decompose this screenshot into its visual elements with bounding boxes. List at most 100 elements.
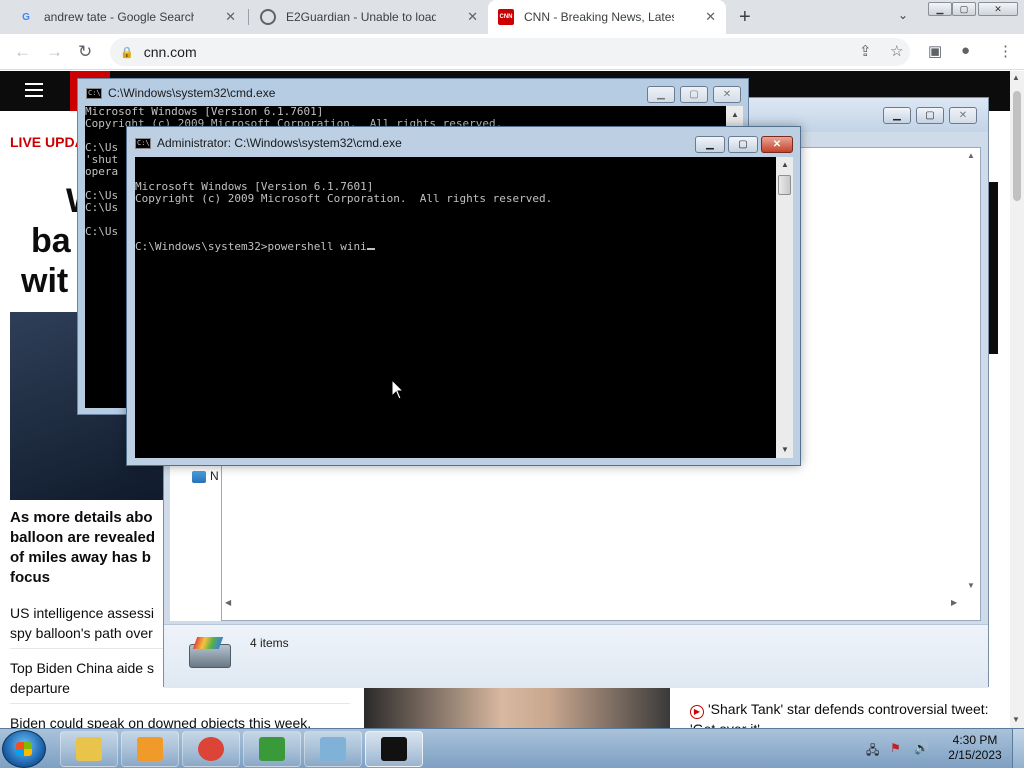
close-icon[interactable]: ✕ (978, 2, 1018, 16)
network-tray-icon[interactable]: 🖧 (866, 741, 879, 762)
story-link-2[interactable]: Top Biden China aide s departure (10, 658, 170, 698)
close-tab-icon[interactable]: ✕ (225, 9, 236, 25)
computer-icon (189, 644, 231, 668)
item-count: 4 items (250, 636, 289, 650)
chrome-task[interactable] (182, 731, 240, 767)
clock-date: 2/15/2023 (948, 748, 1002, 762)
tab-e2guardian[interactable]: E2Guardian - Unable to load web ✕ (250, 0, 488, 34)
start-button[interactable] (2, 730, 46, 768)
close-tab-icon[interactable]: ✕ (467, 9, 478, 25)
media-player-icon (137, 737, 163, 761)
cmd-scroll-thumb[interactable] (778, 175, 791, 195)
forward-icon[interactable]: → (46, 42, 63, 62)
cmd-prompt-line[interactable]: C:\Windows\system32>powershell wini (135, 241, 776, 253)
side-video-panel[interactable] (988, 182, 998, 354)
maximize-icon[interactable]: ▢ (916, 107, 944, 124)
page-scrollbar[interactable]: ▲ ▼ (1010, 71, 1024, 728)
reload-icon[interactable]: ↻ (78, 42, 92, 62)
notepad-task[interactable] (304, 731, 362, 767)
browser-tabstrip: G andrew tate - Google Search ✕ E2Guardi… (0, 0, 1024, 34)
cmd-back-title-text: C:\Windows\system32\cmd.exe (108, 86, 276, 100)
cmd-console[interactable]: Microsoft Windows [Version 6.1.7601] Copy… (135, 157, 776, 458)
maximize-icon[interactable]: ▢ (728, 136, 758, 153)
more-menu-icon[interactable]: ⋮ (998, 42, 1013, 60)
close-icon[interactable]: ✕ (713, 86, 741, 103)
network-nav-label: N (210, 469, 219, 483)
page-scroll-thumb[interactable] (1013, 91, 1021, 201)
address-bar[interactable]: 🔒 cnn.com (110, 38, 910, 66)
tab-cnn[interactable]: CNN CNN - Breaking News, Latest Nev ✕ (488, 0, 726, 34)
network-icon (192, 470, 206, 483)
close-icon[interactable]: ✕ (949, 107, 977, 124)
back-icon[interactable]: ← (14, 42, 31, 62)
bookmark-star-icon[interactable]: ☆ (890, 42, 903, 60)
close-icon[interactable]: ✕ (761, 136, 793, 153)
cmd-prompt-text: C:\Windows\system32>powershell wini (135, 240, 367, 253)
explorer-task[interactable] (60, 731, 118, 767)
chevron-down-icon[interactable]: ⌄ (898, 8, 908, 22)
show-desktop-button[interactable] (1012, 729, 1024, 768)
cmd-back-title: C:\ C:\Windows\system32\cmd.exe (86, 86, 275, 100)
scroll-down-icon[interactable]: ▼ (781, 445, 789, 454)
story-photo[interactable] (364, 687, 670, 730)
tab-title: andrew tate - Google Search (44, 10, 194, 24)
csharp-task[interactable] (243, 731, 301, 767)
minimize-icon[interactable]: ▁ (883, 107, 911, 124)
cmd-task[interactable] (365, 731, 423, 767)
scroll-down-icon[interactable]: ▼ (967, 581, 975, 590)
file-list-hscrollbar[interactable]: ◀ ▶ (223, 597, 963, 611)
lead-story-headline[interactable]: As more details abo balloon are revealed… (10, 508, 170, 588)
play-icon: ▶ (690, 705, 704, 719)
url-text: cnn.com (143, 44, 197, 60)
media-player-task[interactable] (121, 731, 179, 767)
notepad-icon (320, 737, 346, 761)
menu-icon[interactable] (25, 83, 43, 97)
tab-title: CNN - Breaking News, Latest Nev (524, 10, 674, 24)
file-list-vscrollbar[interactable]: ▲ ▼ (964, 149, 978, 619)
cmd-scrollbar[interactable]: ▲ ▼ (776, 157, 793, 458)
scroll-up-icon[interactable]: ▲ (967, 151, 975, 160)
cmd-icon: C:\ (86, 87, 102, 99)
cmd-front-title: C:\ Administrator: C:\Windows\system32\cm… (135, 136, 402, 150)
cmd-front-title-text: Administrator: C:\Windows\system32\cmd.e… (157, 136, 402, 150)
maximize-icon[interactable]: ▢ (680, 86, 708, 103)
chrome-icon (198, 737, 224, 761)
cmd-window-admin[interactable]: C:\ Administrator: C:\Windows\system32\cm… (126, 126, 801, 466)
scroll-up-icon[interactable]: ▲ (731, 110, 739, 119)
headline-fragment-3[interactable]: wit (21, 262, 68, 301)
scroll-up-icon[interactable]: ▲ (1012, 73, 1020, 82)
story-link-1[interactable]: US intelligence assessi spy balloon's pa… (10, 603, 170, 643)
cmd-output: Microsoft Windows [Version 6.1.7601] Copy… (135, 181, 776, 217)
console-line: Copyright (c) 2009 Microsoft Corporation… (135, 192, 553, 205)
clock[interactable]: 4:30 PM 2/15/2023 (940, 733, 1010, 763)
folder-icon (76, 737, 102, 761)
headline-fragment-2[interactable]: ba (31, 222, 71, 261)
network-nav-item[interactable]: N (192, 469, 219, 483)
share-icon[interactable]: ⇪ (859, 42, 872, 60)
details-pane (164, 624, 988, 688)
scroll-left-icon[interactable]: ◀ (225, 598, 231, 607)
scroll-right-icon[interactable]: ▶ (951, 598, 957, 607)
live-updates-label[interactable]: LIVE UPDA (10, 134, 85, 150)
profile-avatar-icon[interactable]: ● (961, 42, 970, 59)
maximize-icon[interactable]: ▢ (952, 2, 976, 16)
clock-time: 4:30 PM (952, 733, 998, 747)
minimize-icon[interactable]: ▁ (647, 86, 675, 103)
tab-google-search[interactable]: G andrew tate - Google Search ✕ (8, 0, 246, 34)
volume-icon[interactable]: 🔊 (914, 741, 929, 755)
close-tab-icon[interactable]: ✕ (705, 9, 716, 25)
minimize-icon[interactable]: ▁ (695, 136, 725, 153)
taskbar: 🖧 ⚑ 🔊 (0, 728, 1024, 768)
minimize-icon[interactable]: ▁ (928, 2, 952, 16)
csharp-icon (259, 737, 285, 761)
new-tab-icon[interactable]: + (739, 6, 751, 29)
action-center-icon[interactable]: ⚑ (890, 741, 901, 755)
scroll-down-icon[interactable]: ▼ (1012, 715, 1020, 724)
lock-icon[interactable]: 🔒 (120, 46, 134, 59)
cnn-icon: CNN (498, 9, 514, 25)
scroll-up-icon[interactable]: ▲ (781, 160, 789, 169)
globe-icon (260, 9, 276, 25)
browser-toolbar: ← → ↻ 🔒 cnn.com ⇪ ☆ ▣ ● ⋮ (0, 34, 1024, 70)
cmd-icon: C:\ (135, 137, 151, 149)
side-panel-icon[interactable]: ▣ (928, 42, 942, 60)
